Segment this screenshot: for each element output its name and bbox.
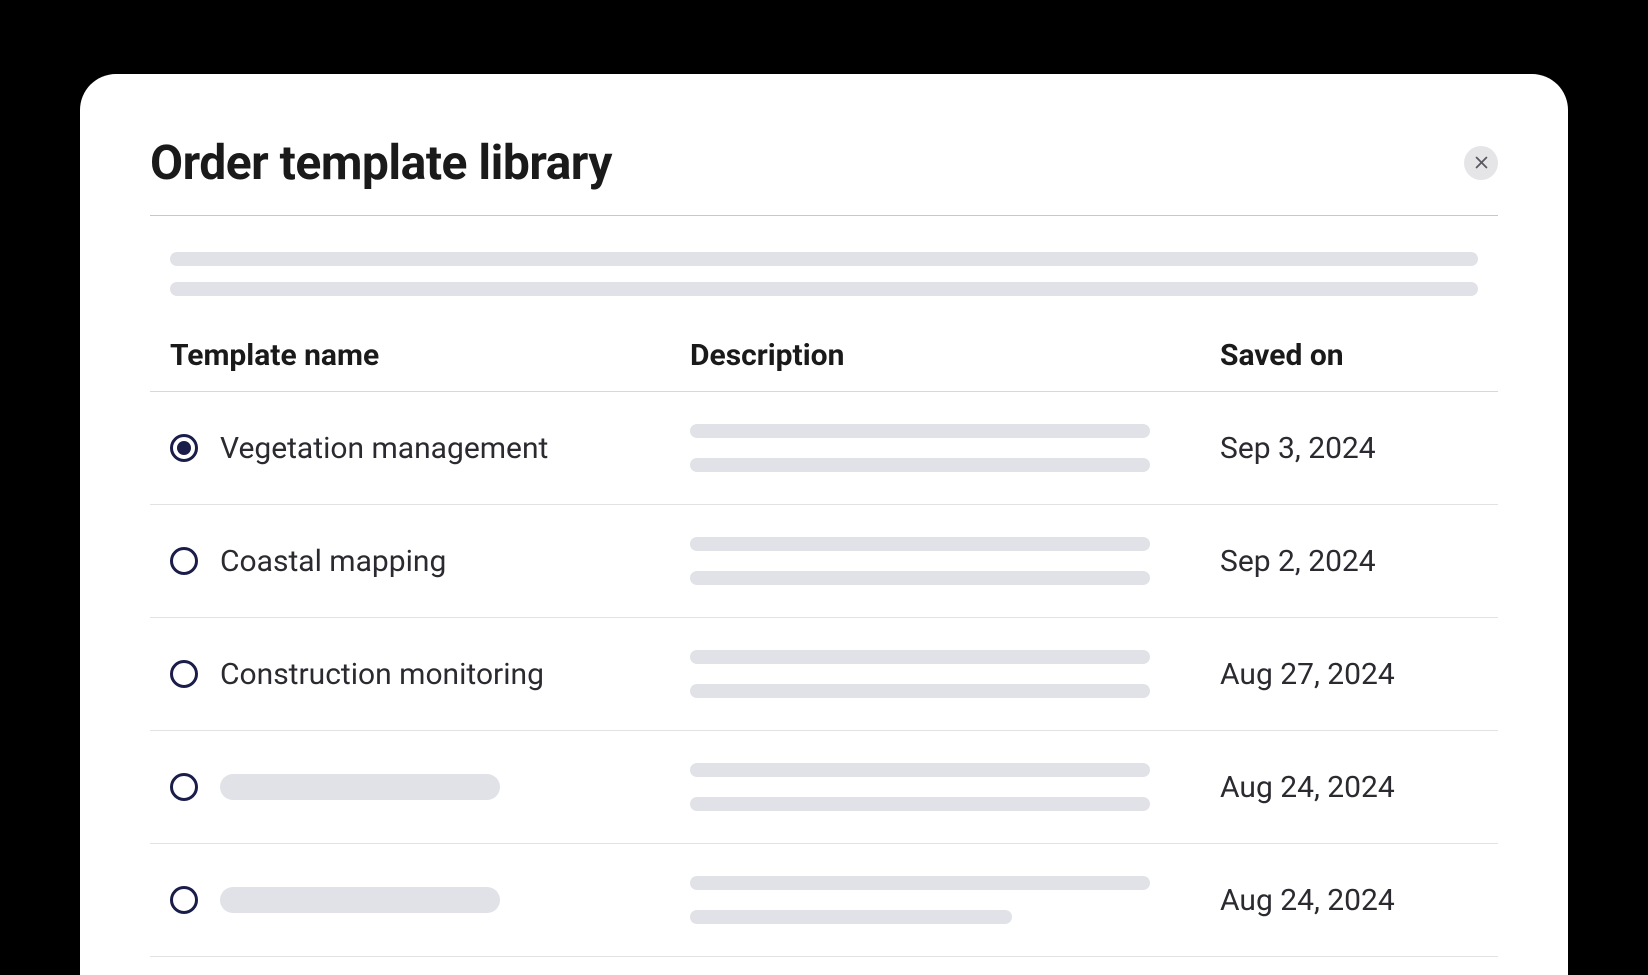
skeleton-line (690, 458, 1150, 472)
table-row[interactable]: Vegetation management Sep 3, 2024 (150, 392, 1498, 505)
cell-saved-date: Sep 3, 2024 (1220, 431, 1478, 466)
skeleton-line (690, 571, 1150, 585)
column-header-name: Template name (170, 338, 690, 373)
cell-saved-date: Aug 24, 2024 (1220, 883, 1478, 918)
cell-saved-date: Sep 2, 2024 (1220, 544, 1478, 579)
order-template-modal: Order template library Template name Des… (80, 74, 1568, 975)
cell-template-name: Construction monitoring (170, 657, 690, 692)
skeleton-line (690, 797, 1150, 811)
cell-template-name: Vegetation management (170, 431, 690, 466)
radio-select[interactable] (170, 886, 198, 914)
table-row[interactable]: Coastal mapping Sep 2, 2024 (150, 505, 1498, 618)
template-name-label: Coastal mapping (220, 544, 446, 579)
cell-description (690, 424, 1220, 472)
column-header-saved: Saved on (1220, 338, 1478, 373)
skeleton-line (690, 537, 1150, 551)
description-placeholder (150, 216, 1498, 338)
table-row[interactable]: Aug 24, 2024 (150, 844, 1498, 957)
column-header-description: Description (690, 338, 1220, 373)
skeleton-line (690, 424, 1150, 438)
cell-description (690, 650, 1220, 698)
cell-template-name: Coastal mapping (170, 544, 690, 579)
radio-select[interactable] (170, 547, 198, 575)
cell-description (690, 537, 1220, 585)
template-name-placeholder (220, 774, 500, 800)
template-name-label: Construction monitoring (220, 657, 544, 692)
template-name-label: Vegetation management (220, 431, 548, 466)
skeleton-line (690, 684, 1150, 698)
skeleton-line (690, 763, 1150, 777)
close-button[interactable] (1464, 146, 1498, 180)
cell-description (690, 763, 1220, 811)
table-header: Template name Description Saved on (150, 338, 1498, 392)
radio-select[interactable] (170, 773, 198, 801)
close-icon (1473, 154, 1490, 171)
modal-header: Order template library (150, 134, 1498, 216)
table-row[interactable]: Aug 24, 2024 (150, 731, 1498, 844)
modal-title: Order template library (150, 134, 612, 191)
table-row[interactable]: Construction monitoring Aug 27, 2024 (150, 618, 1498, 731)
template-name-placeholder (220, 887, 500, 913)
skeleton-line (690, 910, 1012, 924)
cell-saved-date: Aug 27, 2024 (1220, 657, 1478, 692)
skeleton-line (170, 282, 1478, 296)
cell-saved-date: Aug 24, 2024 (1220, 770, 1478, 805)
skeleton-line (170, 252, 1478, 266)
skeleton-line (690, 876, 1150, 890)
radio-select[interactable] (170, 434, 198, 462)
cell-template-name (170, 773, 690, 801)
radio-select[interactable] (170, 660, 198, 688)
cell-description (690, 876, 1220, 924)
cell-template-name (170, 886, 690, 914)
skeleton-line (690, 650, 1150, 664)
